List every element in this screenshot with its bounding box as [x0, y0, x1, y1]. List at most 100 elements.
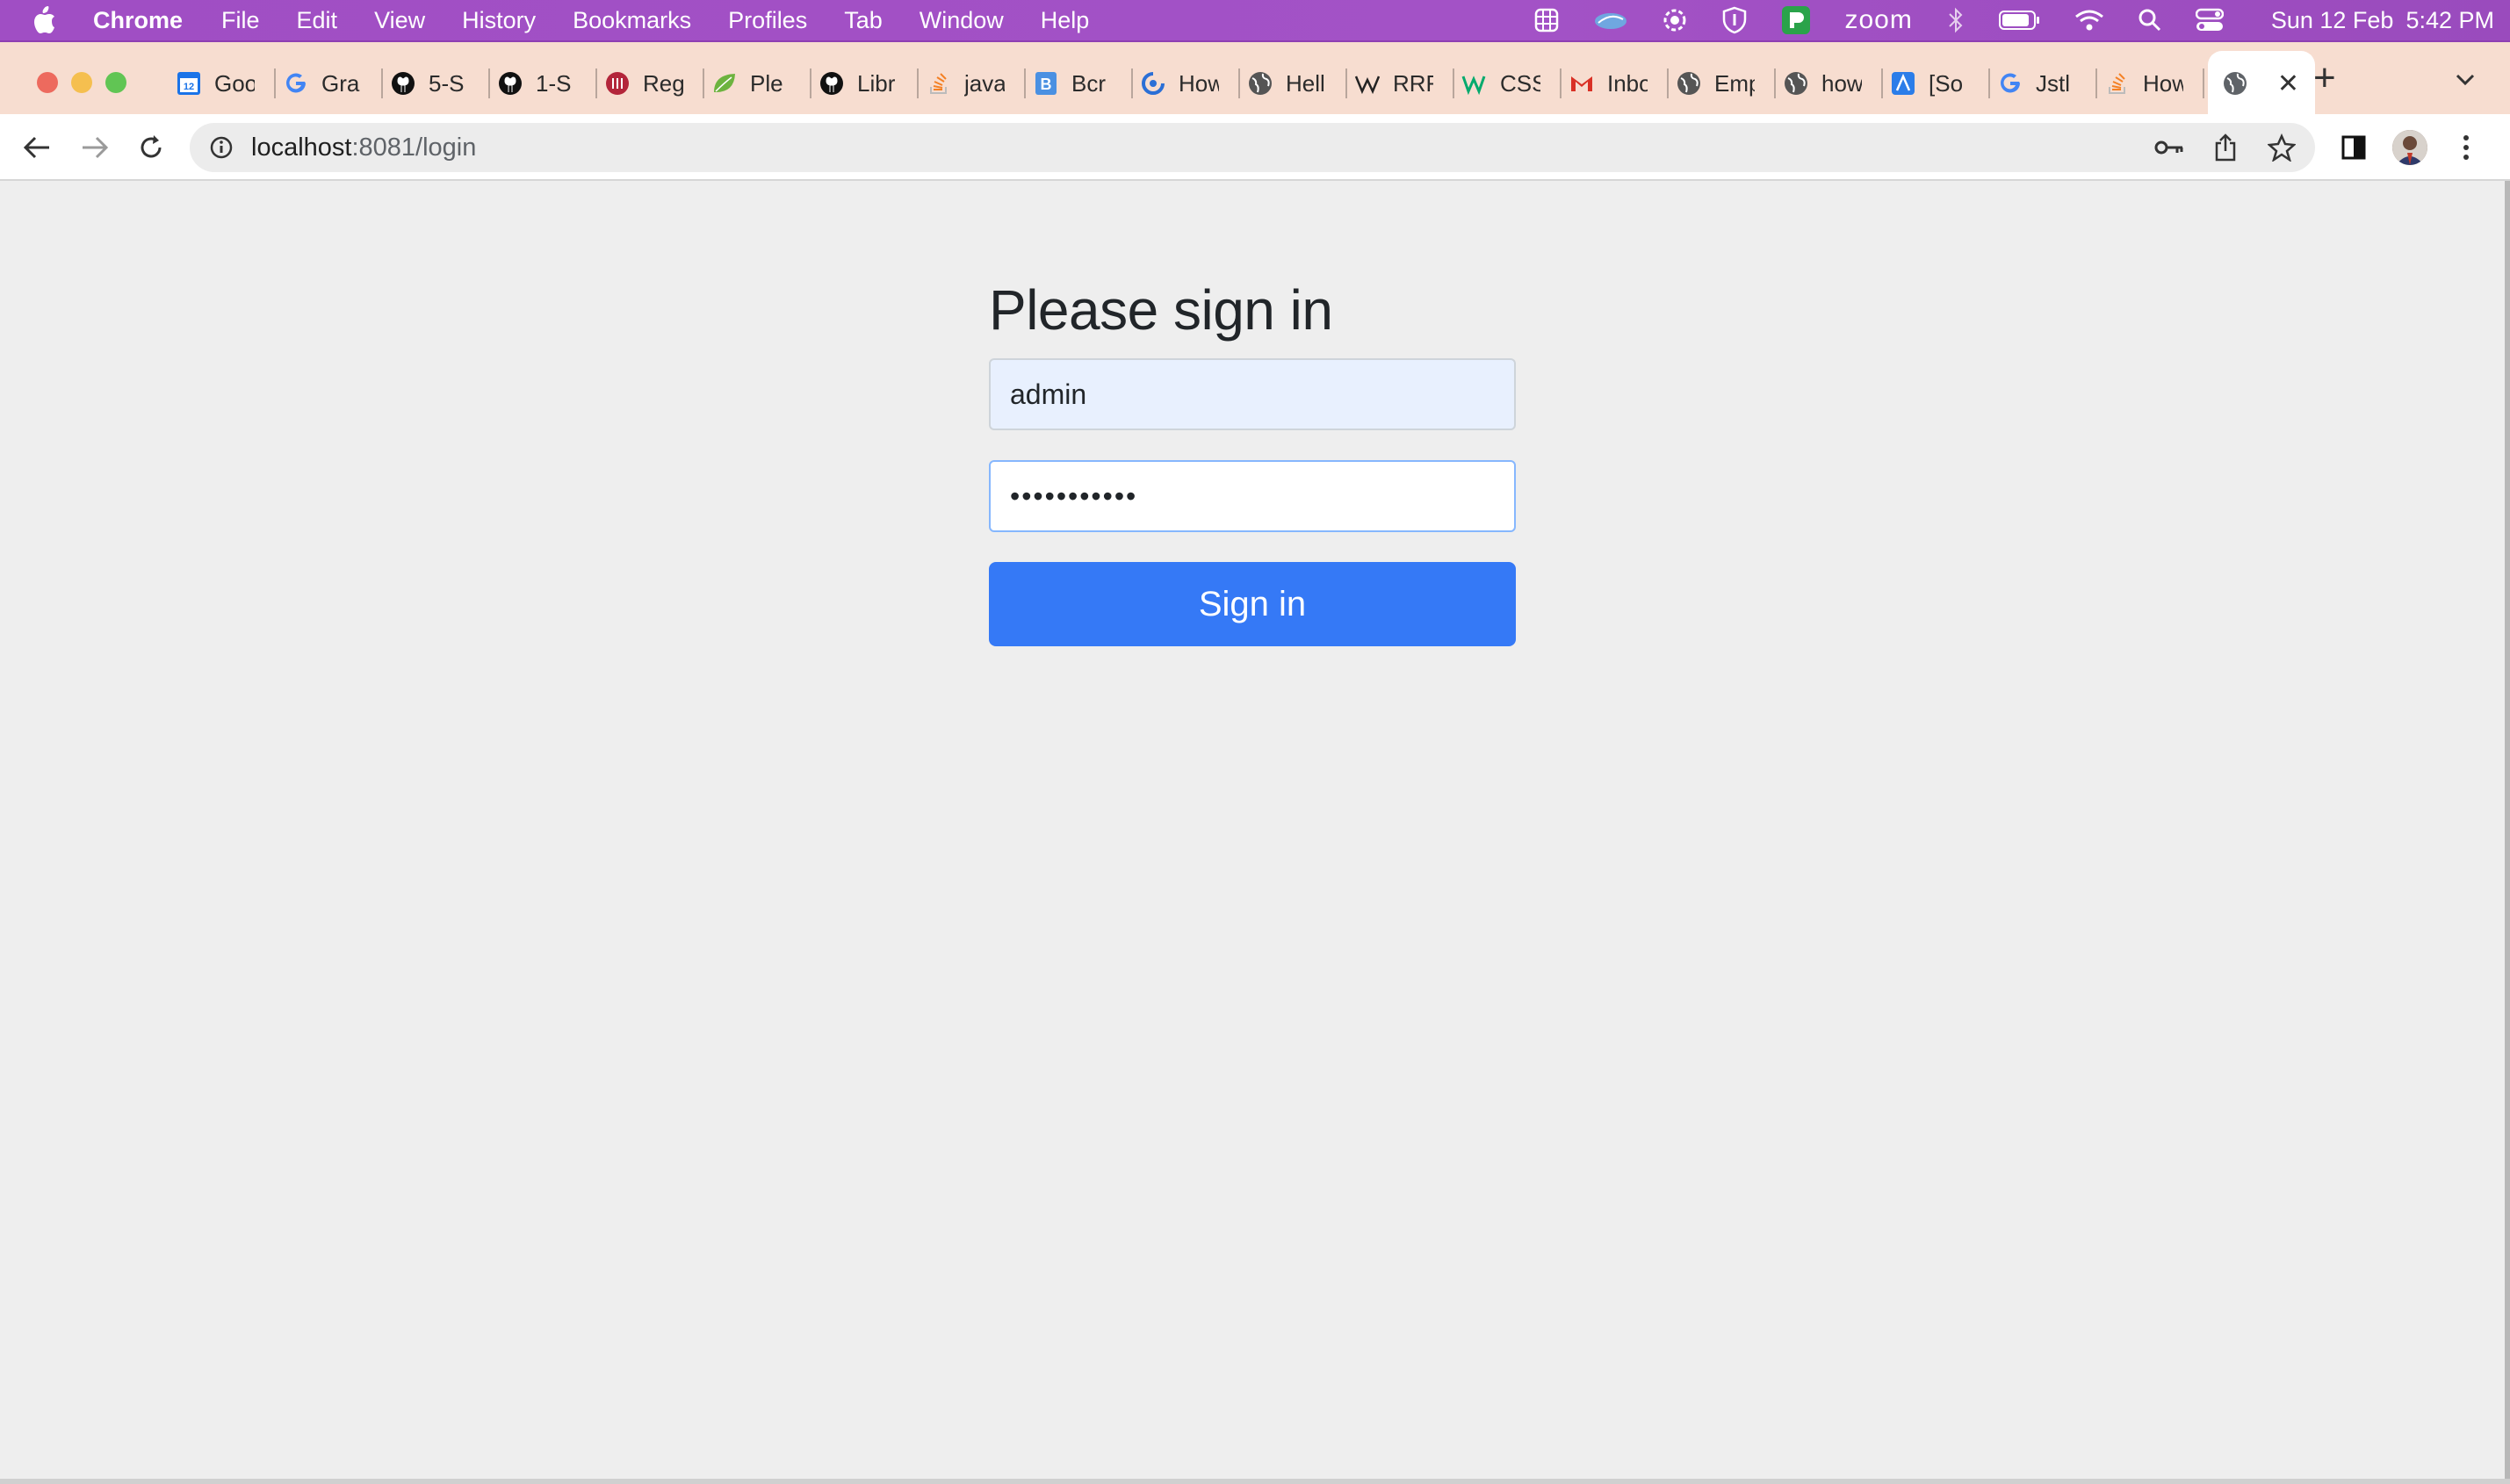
- wifi-icon[interactable]: [2074, 9, 2104, 32]
- w3schools-icon: [1461, 70, 1488, 97]
- tab-active[interactable]: ✕: [2208, 51, 2315, 116]
- tab-17[interactable]: [So: [1883, 51, 1990, 116]
- gear-badge-icon[interactable]: [1662, 7, 1688, 33]
- password-field[interactable]: [989, 460, 1516, 532]
- tab-label: Bcr: [1071, 69, 1106, 97]
- window-edge: [2505, 181, 2510, 1479]
- url-text[interactable]: localhost:8081/login: [251, 133, 476, 162]
- menu-app-name[interactable]: Chrome: [93, 7, 183, 34]
- tab-label: Hell: [1286, 69, 1325, 97]
- menu-help[interactable]: Help: [1041, 7, 1090, 34]
- tab-label: Goo: [214, 69, 255, 97]
- tab-list: 12 Goo Gra 5-S 1-S Reg Ple Libr java B Bcr How Hell R…: [169, 51, 2315, 116]
- new-tab-button[interactable]: +: [2313, 59, 2336, 97]
- bookmark-star-icon[interactable]: [2266, 132, 2297, 163]
- tab-6[interactable]: Ple: [704, 51, 811, 116]
- tab-label: java: [964, 69, 1005, 97]
- menu-file[interactable]: File: [221, 7, 260, 34]
- tab-8[interactable]: java: [919, 51, 1026, 116]
- search-icon[interactable]: [2138, 8, 2162, 32]
- app-badge-icon[interactable]: [1781, 5, 1811, 35]
- bluetooth-icon[interactable]: [1946, 7, 1965, 33]
- tab-10[interactable]: How: [1133, 51, 1240, 116]
- menu-bookmarks[interactable]: Bookmarks: [573, 7, 691, 34]
- zoom-label[interactable]: zoom: [1844, 5, 1912, 35]
- control-center-icon[interactable]: [2195, 8, 2224, 32]
- menu-window[interactable]: Window: [920, 7, 1004, 34]
- tab-19[interactable]: How: [2097, 51, 2204, 116]
- back-arrow-icon[interactable]: [19, 130, 54, 165]
- window-minimize-button[interactable]: [71, 72, 92, 93]
- side-panel-icon[interactable]: [2336, 130, 2371, 165]
- tab-3[interactable]: 5-S: [383, 51, 490, 116]
- tab-2[interactable]: Gra: [276, 51, 383, 116]
- tab-13[interactable]: CSS: [1454, 51, 1562, 116]
- menu-clock[interactable]: Sun 12 Feb 5:42 PM: [2259, 7, 2494, 34]
- stackoverflow-icon: [2104, 70, 2131, 97]
- reload-icon[interactable]: [133, 130, 169, 165]
- tab-9[interactable]: B Bcr: [1026, 51, 1133, 116]
- tab-18[interactable]: Jstl: [1990, 51, 2097, 116]
- menu-profiles[interactable]: Profiles: [728, 7, 807, 34]
- wikipedia-icon: [1354, 70, 1381, 97]
- menu-view[interactable]: View: [374, 7, 425, 34]
- tab-14[interactable]: Inbo: [1562, 51, 1669, 116]
- dock-edge: [0, 1479, 2510, 1484]
- tab-label: Jstl: [2036, 69, 2070, 97]
- tab-1[interactable]: 12 Goo: [169, 51, 276, 116]
- tab-label: Ple: [750, 69, 783, 97]
- status-area: zoom Sun 12 Feb 5:42 PM: [1500, 0, 2494, 40]
- stackoverflow-icon: [926, 70, 952, 97]
- cloud-icon[interactable]: [1593, 9, 1628, 32]
- browser-menu-icon[interactable]: [2449, 130, 2484, 165]
- tab-16[interactable]: how: [1776, 51, 1883, 116]
- key-icon[interactable]: [2153, 132, 2185, 163]
- address-bar[interactable]: localhost:8081/login: [190, 123, 2315, 172]
- macos-menu-bar: Chrome File Edit View History Bookmarks …: [0, 0, 2510, 40]
- github-icon: [497, 70, 523, 97]
- shield-icon[interactable]: [1721, 6, 1748, 34]
- tab-label: 5-S: [429, 69, 465, 97]
- username-field[interactable]: [989, 358, 1516, 430]
- url-host: localhost: [251, 133, 352, 162]
- chevron-down-icon[interactable]: [2456, 74, 2475, 90]
- menu-items: Chrome File Edit View History Bookmarks …: [93, 7, 1126, 34]
- tab-11[interactable]: Hell: [1240, 51, 1347, 116]
- login-form: Please sign in Sign in: [989, 276, 1516, 646]
- menu-history[interactable]: History: [462, 7, 536, 34]
- avatar[interactable]: [2392, 130, 2427, 165]
- google-icon: [1997, 70, 2023, 97]
- apple-icon[interactable]: [32, 5, 58, 35]
- tab-12[interactable]: RRF: [1347, 51, 1454, 116]
- tab-15[interactable]: Emp: [1669, 51, 1776, 116]
- tab-strip: 12 Goo Gra 5-S 1-S Reg Ple Libr java B Bcr How Hell R…: [0, 40, 2510, 116]
- window-maximize-button[interactable]: [105, 72, 126, 93]
- tab-label: RRF: [1393, 69, 1433, 97]
- grid-icon[interactable]: [1533, 7, 1560, 33]
- svg-text:12: 12: [184, 82, 194, 92]
- tab-label: [So: [1929, 69, 1964, 97]
- globe-icon: [1247, 70, 1273, 97]
- menu-tab[interactable]: Tab: [844, 7, 883, 34]
- battery-icon[interactable]: [1998, 10, 2041, 31]
- tab-label: Emp: [1714, 69, 1755, 97]
- forward-arrow-icon[interactable]: [77, 130, 112, 165]
- blue-swirl-icon: [1140, 70, 1166, 97]
- tab-label: 1-S: [536, 69, 572, 97]
- svg-text:B: B: [1041, 76, 1052, 93]
- close-tab-icon[interactable]: ✕: [2277, 68, 2299, 99]
- menu-edit[interactable]: Edit: [297, 7, 338, 34]
- sign-in-button[interactable]: Sign in: [989, 562, 1516, 646]
- share-icon[interactable]: [2210, 132, 2241, 163]
- tab-label: Reg: [643, 69, 683, 97]
- window-close-button[interactable]: [37, 72, 58, 93]
- gmail-icon: [1569, 70, 1595, 97]
- site-info-icon[interactable]: [207, 133, 235, 162]
- a-icon: [1890, 70, 1916, 97]
- tab-5[interactable]: Reg: [597, 51, 704, 116]
- tab-label: CSS: [1500, 69, 1540, 97]
- tab-4[interactable]: 1-S: [490, 51, 597, 116]
- tab-7[interactable]: Libr: [811, 51, 919, 116]
- github-icon: [819, 70, 845, 97]
- page-title: Please sign in: [989, 278, 1333, 342]
